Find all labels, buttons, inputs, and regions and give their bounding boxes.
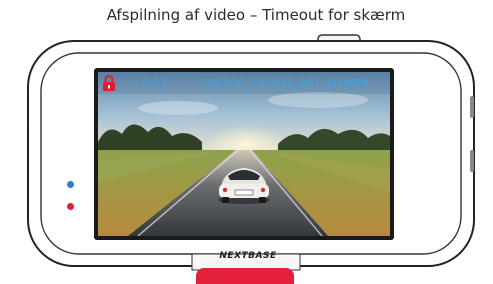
side-button-top[interactable] xyxy=(470,96,474,118)
playback-timer: 0:23 xyxy=(142,76,168,90)
brand-logo: NEXTBASE xyxy=(219,251,277,261)
side-button-bottom[interactable] xyxy=(470,150,474,172)
lock-icon xyxy=(98,72,120,94)
status-bar: 0:23 180206_193941_001_FH.MP4 xyxy=(98,72,390,94)
menu-button[interactable] xyxy=(196,268,294,284)
power-led xyxy=(67,181,74,188)
video-filename: 180206_193941_001_FH.MP4 xyxy=(201,76,369,90)
video-frame xyxy=(98,72,390,236)
record-led xyxy=(67,203,74,210)
dashcam-screen: 0:23 180206_193941_001_FH.MP4 xyxy=(98,72,390,236)
